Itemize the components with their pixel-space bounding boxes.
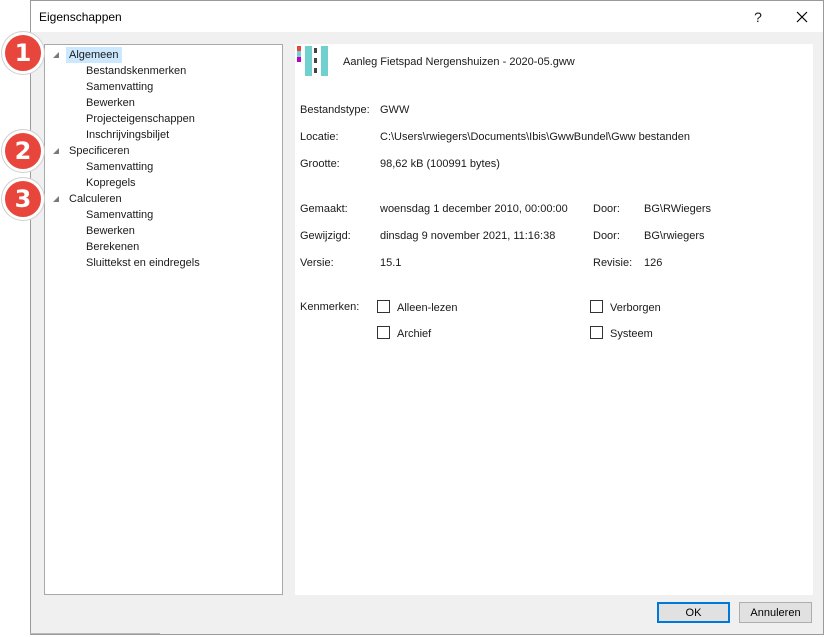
tree-node-label: Algemeen	[66, 47, 122, 63]
close-icon	[796, 11, 808, 23]
system-label[interactable]: Systeem	[610, 328, 653, 340]
tree-item-samenvatting[interactable]: Samenvatting	[86, 159, 153, 175]
tree-item-sluittekst[interactable]: Sluittekst en eindregels	[86, 255, 200, 271]
gww-file-icon	[297, 46, 329, 76]
location-value: C:\Users\rwiegers\Documents\Ibis\GwwBund…	[380, 131, 690, 143]
tree-item-bewerken[interactable]: Bewerken	[86, 95, 135, 111]
modified-label: Gewijzigd:	[300, 230, 351, 242]
callout-badge-2: 2	[2, 130, 44, 172]
window-title: Eigenschappen	[39, 10, 122, 24]
hidden-label[interactable]: Verborgen	[610, 302, 661, 314]
tree-item-kopregels[interactable]: Kopregels	[86, 175, 136, 191]
tree-item-projecteigenschappen[interactable]: Projecteigenschappen	[86, 111, 195, 127]
system-checkbox[interactable]	[590, 326, 603, 339]
archive-checkbox[interactable]	[377, 326, 390, 339]
tree-node-label: Specificeren	[66, 143, 133, 159]
location-label: Locatie:	[300, 131, 339, 143]
title-bar: Eigenschappen ?	[31, 1, 823, 32]
callout-badge-1: 1	[2, 32, 44, 74]
divider	[30, 633, 160, 634]
tree-item-bestandskenmerken[interactable]: Bestandskenmerken	[86, 63, 186, 79]
version-value: 15.1	[380, 257, 401, 269]
tree-item-berekenen[interactable]: Berekenen	[86, 239, 139, 255]
tree-item-inschrijvingsbiljet[interactable]: Inschrijvingsbiljet	[86, 127, 169, 143]
created-value: woensdag 1 december 2010, 00:00:00	[380, 203, 568, 215]
properties-content: Aanleg Fietspad Nergenshuizen - 2020-05.…	[295, 44, 813, 595]
tree-node-calculeren[interactable]: Calculeren	[45, 191, 275, 207]
callout-badge-3: 3	[2, 178, 44, 220]
expanded-arrow-icon[interactable]	[53, 52, 59, 58]
tree-item-samenvatting[interactable]: Samenvatting	[86, 79, 153, 95]
hidden-checkbox[interactable]	[590, 300, 603, 313]
revision-value: 126	[644, 257, 662, 269]
file-name: Aanleg Fietspad Nergenshuizen - 2020-05.…	[343, 56, 575, 68]
expanded-arrow-icon[interactable]	[53, 148, 59, 154]
created-label: Gemaakt:	[300, 203, 348, 215]
tree-item-samenvatting[interactable]: Samenvatting	[86, 207, 153, 223]
type-label: Bestandstype:	[300, 104, 370, 116]
modified-by-label: Door:	[593, 230, 620, 242]
navigation-tree: Algemeen Bestandskenmerken Samenvatting …	[44, 44, 283, 595]
created-by-label: Door:	[593, 203, 620, 215]
attributes-label: Kenmerken:	[300, 301, 359, 313]
expanded-arrow-icon[interactable]	[53, 196, 59, 202]
cancel-button[interactable]: Annuleren	[739, 602, 812, 623]
modified-by-value: BG\rwiegers	[644, 230, 705, 242]
tree-item-bewerken[interactable]: Bewerken	[86, 223, 135, 239]
tree-node-algemeen[interactable]: Algemeen	[45, 47, 275, 63]
type-value: GWW	[380, 104, 409, 116]
size-label: Grootte:	[300, 158, 340, 170]
archive-label[interactable]: Archief	[397, 328, 431, 340]
size-value: 98,62 kB (100991 bytes)	[380, 158, 500, 170]
revision-label: Revisie:	[593, 257, 632, 269]
help-button[interactable]: ?	[742, 1, 774, 32]
version-label: Versie:	[300, 257, 334, 269]
created-by-value: BG\RWiegers	[644, 203, 711, 215]
close-button[interactable]	[782, 1, 822, 32]
modified-value: dinsdag 9 november 2021, 11:16:38	[380, 230, 555, 242]
ok-button[interactable]: OK	[657, 602, 730, 623]
tree-node-specificeren[interactable]: Specificeren	[45, 143, 275, 159]
readonly-label[interactable]: Alleen-lezen	[397, 302, 458, 314]
tree-node-label: Calculeren	[66, 191, 125, 207]
properties-dialog: Eigenschappen ? Algemeen Bestandskenmerk…	[30, 0, 824, 635]
readonly-checkbox[interactable]	[377, 300, 390, 313]
